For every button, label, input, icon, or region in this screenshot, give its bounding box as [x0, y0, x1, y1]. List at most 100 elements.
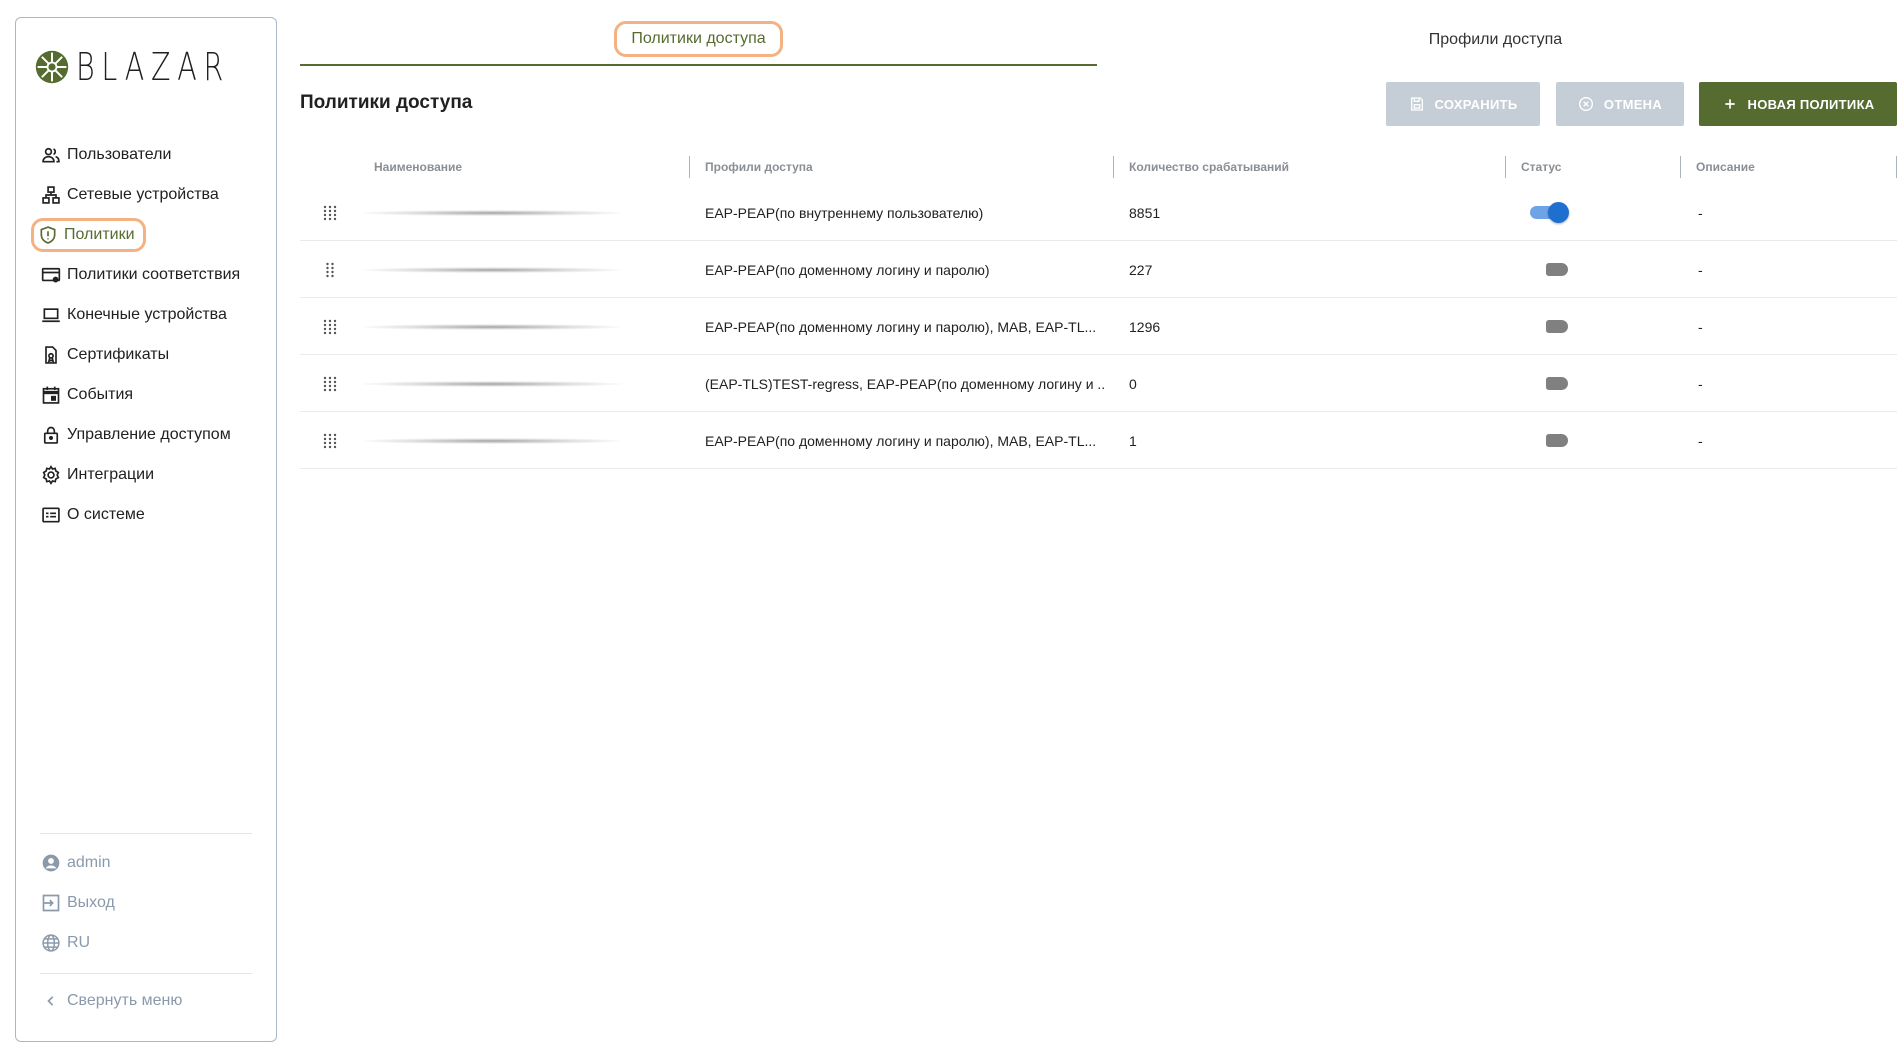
sidebar-item-endpoints[interactable]: Конечные устройства — [34, 298, 264, 332]
tab-bar: Политики доступа Профили доступа — [300, 14, 1890, 66]
policy-count: 227 — [1129, 261, 1153, 278]
sidebar-item-about[interactable]: О системе — [34, 498, 264, 532]
cancel-button[interactable]: ОТМЕНА — [1556, 82, 1684, 126]
cancel-label: ОТМЕНА — [1603, 96, 1663, 112]
table-row[interactable]: EAP-PEAP(по доменному логину и паролю) 2… — [300, 241, 1897, 298]
user-name: admin — [67, 854, 111, 871]
status-toggle[interactable] — [1530, 201, 1570, 223]
column-header-count[interactable]: Количество срабатываний — [1129, 150, 1289, 184]
policy-profiles: ЕAP-PEAP(по доменному логину и паролю), … — [705, 432, 1097, 449]
column-header-name[interactable]: Наименование — [374, 150, 462, 184]
sidebar-item-label: Пользователи — [67, 146, 172, 163]
policy-name-redacted — [362, 324, 622, 330]
column-divider[interactable] — [1505, 156, 1506, 178]
sidebar-nav: Пользователи Сетевые устройства Политики… — [31, 138, 264, 538]
sidebar-item-integrations[interactable]: Интеграции — [34, 458, 264, 492]
certificate-icon — [40, 344, 62, 366]
table-row[interactable]: EAP-PEAP(по внутреннему пользователю) 88… — [300, 184, 1897, 241]
policy-description: - — [1698, 261, 1703, 278]
status-toggle[interactable] — [1530, 258, 1570, 280]
collapse-menu-button[interactable]: Свернуть меню — [40, 990, 182, 1012]
column-divider[interactable] — [1680, 156, 1681, 178]
policy-description: - — [1698, 375, 1703, 392]
column-divider[interactable] — [1113, 156, 1114, 178]
column-header-profiles[interactable]: Профили доступа — [705, 150, 813, 184]
user-menu[interactable]: admin — [40, 852, 111, 874]
drag-handle-icon[interactable] — [320, 298, 340, 355]
brand-name: BLAZAR — [76, 45, 231, 89]
table-row[interactable]: EAP-PEAP(по доменному логину и паролю), … — [300, 298, 1897, 355]
policy-name-redacted — [362, 210, 622, 216]
lock-icon — [40, 424, 62, 446]
tab-label: Профили доступа — [1428, 31, 1563, 48]
policy-name-redacted — [362, 381, 622, 387]
network-icon — [40, 184, 62, 206]
sidebar-item-label: О системе — [67, 506, 145, 523]
drag-handle-icon[interactable] — [320, 184, 340, 241]
sidebar-item-events[interactable]: События — [34, 378, 264, 412]
save-label: СОХРАНИТЬ — [1434, 96, 1518, 112]
save-icon — [1409, 96, 1425, 112]
tab-access-policies[interactable]: Политики доступа — [300, 14, 1097, 66]
policy-name-redacted — [362, 267, 622, 273]
policy-count: 8851 — [1129, 204, 1161, 221]
cancel-circle-icon — [1578, 96, 1594, 112]
sidebar-item-access-control[interactable]: Управление доступом — [34, 418, 264, 452]
policy-name-redacted — [362, 438, 622, 444]
language-switch[interactable]: RU — [40, 932, 90, 954]
chevron-left-icon — [40, 990, 62, 1012]
sidebar-item-label: Управление доступом — [67, 426, 231, 443]
sidebar-item-label: Конечные устройства — [67, 306, 227, 323]
save-button[interactable]: СОХРАНИТЬ — [1386, 82, 1540, 126]
new-policy-label: НОВАЯ ПОЛИТИКА — [1747, 96, 1875, 112]
drag-handle-icon[interactable] — [320, 241, 340, 298]
policy-profiles: EAP-PEAP(по доменному логину и паролю), … — [705, 318, 1097, 335]
column-header-status[interactable]: Статус — [1521, 150, 1561, 184]
status-toggle[interactable] — [1530, 372, 1570, 394]
policy-count: 1 — [1129, 432, 1137, 449]
status-toggle[interactable] — [1530, 429, 1570, 451]
column-divider[interactable] — [689, 156, 690, 178]
shield-icon — [37, 224, 59, 246]
table-row[interactable]: (EAP-TLS)TEST-regress, EAP-PEAP(по домен… — [300, 355, 1897, 412]
info-card-icon — [40, 504, 62, 526]
card-settings-icon — [40, 264, 62, 286]
sidebar-item-compliance-policies[interactable]: Политики соответствия — [34, 258, 264, 292]
policy-description: - — [1698, 432, 1703, 449]
users-icon — [40, 144, 62, 166]
sidebar-item-certificates[interactable]: Сертификаты — [34, 338, 264, 372]
brand-logo[interactable]: BLAZAR — [34, 48, 281, 86]
column-header-description[interactable]: Описание — [1696, 150, 1755, 184]
sidebar-item-label: События — [67, 386, 134, 403]
sidebar-item-policies[interactable]: Политики — [31, 218, 146, 252]
sidebar-item-network-devices[interactable]: Сетевые устройства — [34, 178, 264, 212]
new-policy-button[interactable]: НОВАЯ ПОЛИТИКА — [1699, 82, 1897, 126]
logout-label: Выход — [67, 894, 115, 911]
tab-label: Политики доступа — [614, 21, 783, 57]
drag-handle-icon[interactable] — [320, 412, 340, 469]
drag-handle-icon[interactable] — [320, 355, 340, 412]
account-circle-icon — [40, 852, 62, 874]
plus-icon — [1722, 96, 1738, 112]
policy-profiles: EAP-PEAP(по доменному логину и паролю) — [705, 261, 990, 278]
page-title: Политики доступа — [300, 92, 473, 113]
status-toggle[interactable] — [1530, 315, 1570, 337]
logout-button[interactable]: Выход — [40, 892, 115, 914]
policy-description: - — [1698, 318, 1703, 335]
policy-count: 0 — [1129, 375, 1137, 392]
policy-count: 1296 — [1129, 318, 1161, 335]
table-header: Наименование Профили доступа Количество … — [300, 150, 1897, 184]
column-divider[interactable] — [1896, 156, 1897, 178]
sidebar-item-label: Политики соответствия — [67, 266, 241, 283]
sidebar-item-label: Сетевые устройства — [67, 186, 219, 203]
gear-icon — [40, 464, 62, 486]
sidebar-item-users[interactable]: Пользователи — [34, 138, 264, 172]
globe-icon — [40, 932, 62, 954]
table-row[interactable]: ЕAP-PEAP(по доменному логину и паролю), … — [300, 412, 1897, 469]
language-label: RU — [67, 934, 91, 951]
blazar-logo-icon — [35, 50, 69, 84]
tab-access-profiles[interactable]: Профили доступа — [1097, 14, 1894, 66]
policies-table: Наименование Профили доступа Количество … — [300, 150, 1897, 469]
sidebar-item-label: Сертификаты — [67, 346, 170, 363]
sidebar: BLAZAR Пользователи Сетевые устройства П… — [15, 17, 277, 1042]
